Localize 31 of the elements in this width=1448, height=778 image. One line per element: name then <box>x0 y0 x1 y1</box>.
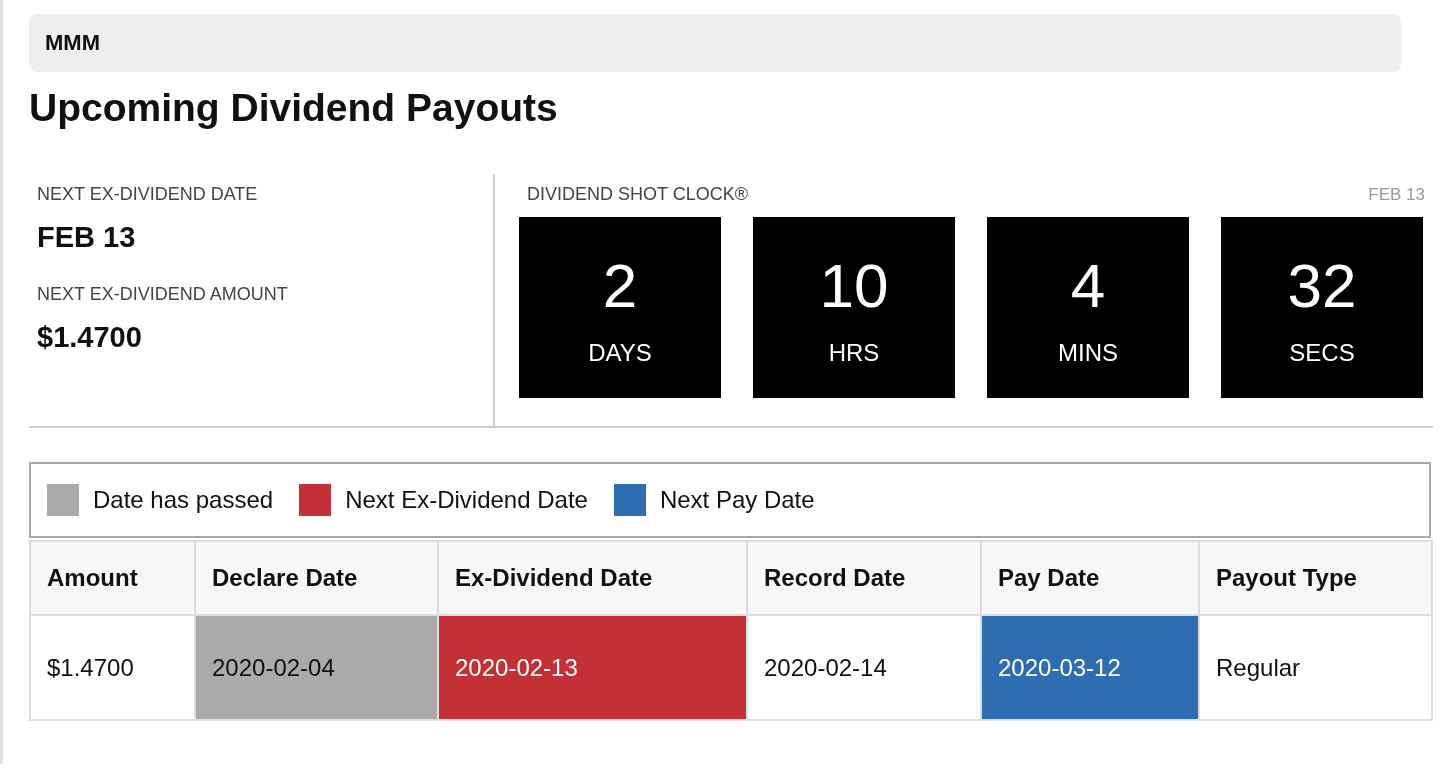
page-title: Upcoming Dividend Payouts <box>29 85 559 131</box>
stat-value: FEB 13 <box>37 221 137 254</box>
column-header: Amount <box>30 541 195 615</box>
legend-label: Next Ex-Dividend Date <box>345 486 588 514</box>
legend-label: Next Pay Date <box>659 486 815 514</box>
clock-label: DIVIDEND SHOT CLOCK® <box>527 184 748 205</box>
countdown-unit: MINS <box>1058 339 1118 367</box>
table-cell: Regular <box>1199 615 1432 720</box>
countdown-value: 10 <box>819 251 889 321</box>
countdown-unit: DAYS <box>588 339 652 367</box>
table-cell: 2020-02-14 <box>747 615 981 720</box>
table-cell: 2020-02-04 <box>195 615 438 720</box>
countdown-unit: SECS <box>1289 339 1355 367</box>
ticker-bar: MMM <box>29 14 1401 72</box>
stat-label: NEXT EX-DIVIDEND DATE <box>37 184 259 205</box>
clock-date: FEB 13 <box>1368 184 1425 205</box>
table-cell: $1.4700 <box>30 615 195 720</box>
table-cell: 2020-02-13 <box>438 615 747 720</box>
legend-label: Date has passed <box>93 486 274 514</box>
countdown-value: 2 <box>602 251 638 321</box>
countdown-value: 32 <box>1287 251 1357 321</box>
stat-value: $1.4700 <box>37 321 143 354</box>
column-header: Payout Type <box>1199 541 1432 615</box>
column-header: Declare Date <box>195 541 438 615</box>
column-header: Ex-Dividend Date <box>438 541 747 615</box>
countdown-unit: HRS <box>828 339 880 367</box>
stat-label: NEXT EX-DIVIDEND AMOUNT <box>37 284 289 305</box>
column-header: Pay Date <box>981 541 1199 615</box>
column-header: Record Date <box>747 541 981 615</box>
table-cell: 2020-03-12 <box>981 615 1199 720</box>
countdown-value: 4 <box>1070 251 1106 321</box>
